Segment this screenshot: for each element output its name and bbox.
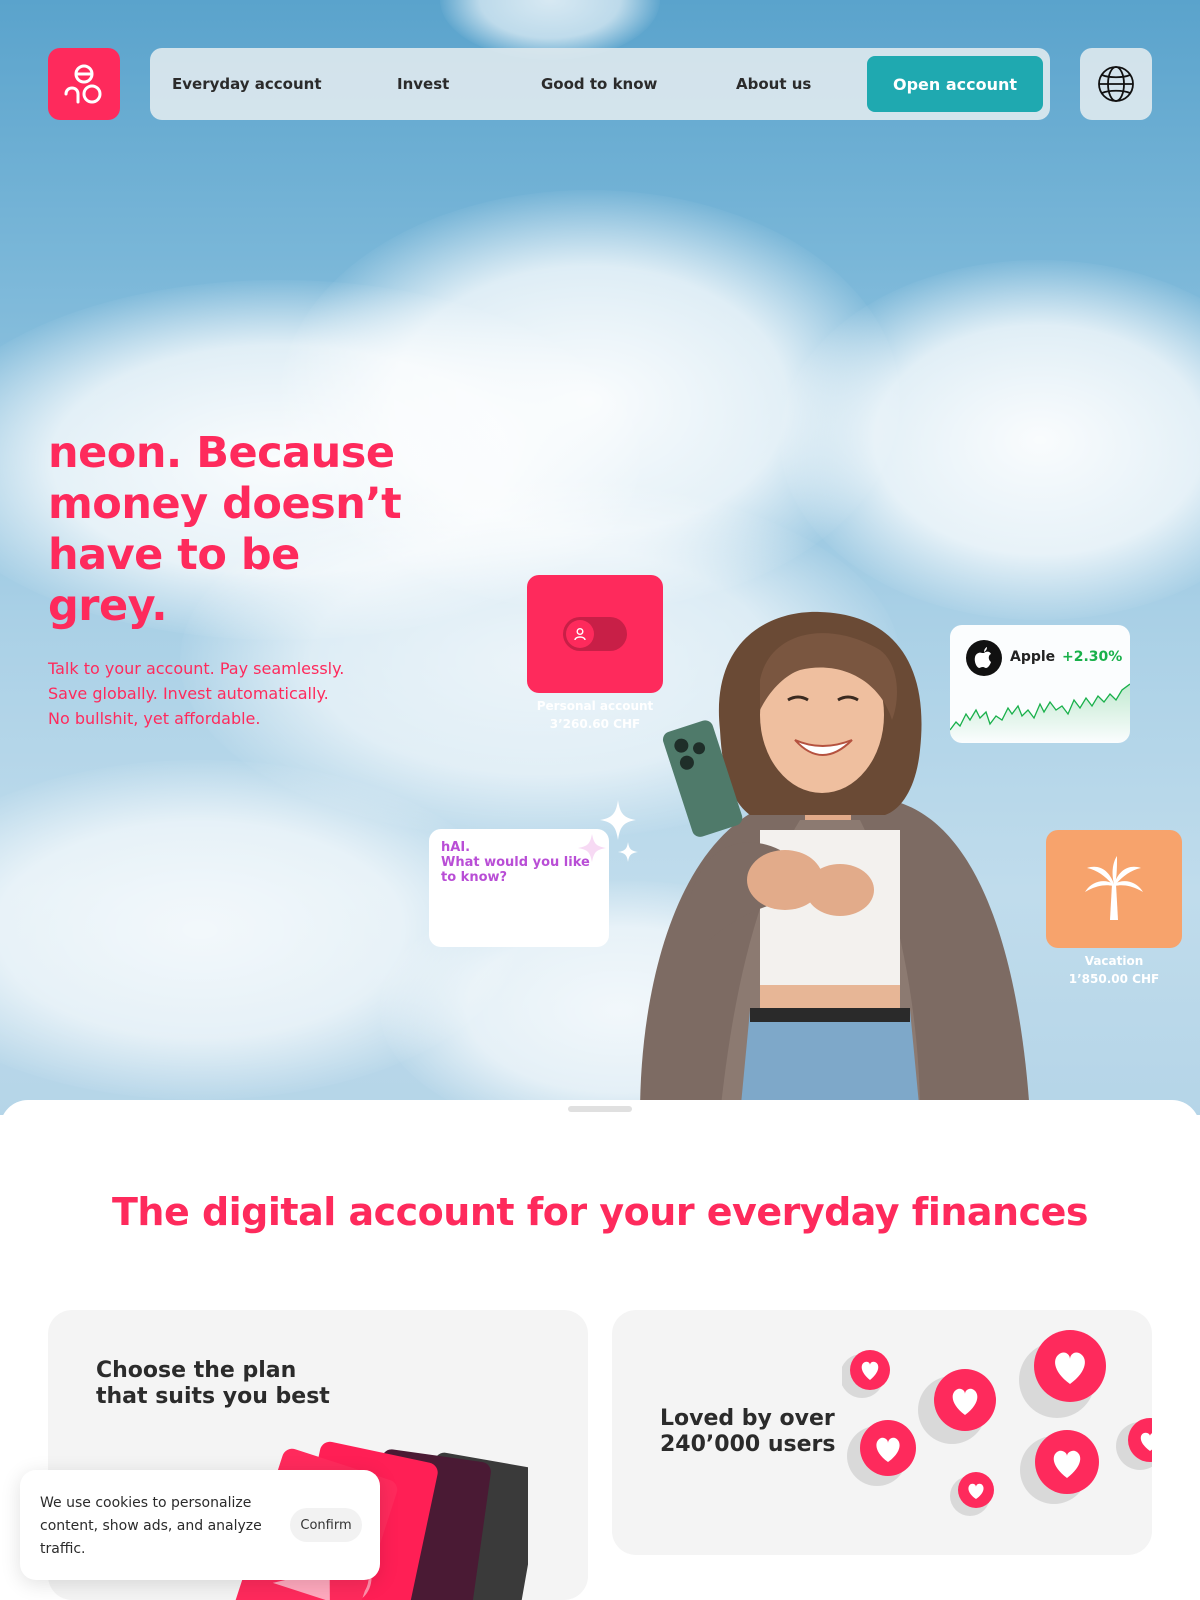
heart-icon — [1019, 1330, 1106, 1418]
heart-icon — [950, 1472, 994, 1516]
nav-everyday-account[interactable]: Everyday account — [172, 48, 322, 120]
personal-account-card[interactable] — [527, 575, 663, 693]
nav-good-to-know[interactable]: Good to know — [541, 48, 657, 120]
hero-subline-3: No bullshit, yet affordable. — [48, 709, 261, 728]
hero-headline: neon. Because money doesn’t have to be g… — [48, 428, 402, 631]
loved-by-users-card: Loved by over 240’000 users — [612, 1310, 1152, 1555]
stock-card-apple[interactable]: Apple +2.30% — [950, 625, 1130, 743]
stock-name: Apple — [1010, 649, 1056, 665]
heart-icon — [1116, 1418, 1152, 1470]
sparkle-icon — [578, 800, 638, 862]
heart-icon — [842, 1350, 890, 1398]
open-account-button[interactable]: Open account — [867, 56, 1043, 112]
loved-title: Loved by over 240’000 users — [660, 1406, 835, 1458]
hero-section: Everyday account Invest Good to know Abo… — [0, 0, 1200, 1115]
personal-account-caption: Personal account 3’260.60 CHF — [517, 697, 673, 733]
globe-icon — [1098, 66, 1134, 102]
heart-icon — [847, 1420, 916, 1486]
hero-subline: Talk to your account. Pay seamlessly. Sa… — [48, 656, 408, 731]
cookie-banner: We use cookies to personalize content, s… — [20, 1470, 380, 1580]
sheet-handle[interactable] — [568, 1106, 632, 1112]
neon-logo-icon[interactable] — [48, 48, 120, 120]
apple-logo-icon — [966, 640, 1002, 676]
vacation-caption: Vacation 1’850.00 CHF — [1036, 952, 1192, 988]
user-icon — [574, 628, 586, 641]
plan-title-line1: Choose the plan — [96, 1358, 297, 1383]
personal-account-amount: 3’260.60 CHF — [549, 717, 641, 731]
language-button[interactable] — [1080, 48, 1152, 120]
section-title: The digital account for your everyday fi… — [111, 1190, 1089, 1234]
vacation-title: Vacation — [1084, 954, 1144, 968]
palm-tree-icon — [1085, 856, 1143, 920]
vacation-savings-card[interactable] — [1046, 830, 1182, 948]
plan-title-line2: that suits you best — [96, 1384, 330, 1409]
loved-title-line1: Loved by over — [660, 1406, 835, 1431]
account-toggle[interactable] — [563, 617, 627, 651]
toggle-knob — [566, 620, 594, 648]
neon-logo-mark — [64, 64, 102, 104]
cookie-confirm-button[interactable]: Confirm — [290, 1508, 362, 1542]
hearts-illustration — [842, 1330, 1152, 1516]
plan-title: Choose the plan that suits you best — [96, 1358, 330, 1410]
heart-icon — [1020, 1430, 1099, 1504]
personal-account-title: Personal account — [536, 699, 654, 713]
loved-title-line2: 240’000 users — [660, 1432, 836, 1457]
nav-invest[interactable]: Invest — [397, 48, 449, 120]
hero-subline-1: Talk to your account. Pay seamlessly. — [48, 659, 345, 678]
cookie-text: We use cookies to personalize content, s… — [40, 1495, 262, 1557]
stock-sparkline — [950, 683, 1130, 743]
apple-icon — [974, 647, 991, 668]
vacation-amount: 1’850.00 CHF — [1068, 972, 1160, 986]
nav-about-us[interactable]: About us — [736, 48, 811, 120]
heart-icon — [918, 1369, 996, 1444]
stock-change: +2.30% — [1062, 649, 1123, 665]
hero-subline-2: Save globally. Invest automatically. — [48, 684, 329, 703]
main-nav: Everyday account Invest Good to know Abo… — [150, 48, 1050, 120]
